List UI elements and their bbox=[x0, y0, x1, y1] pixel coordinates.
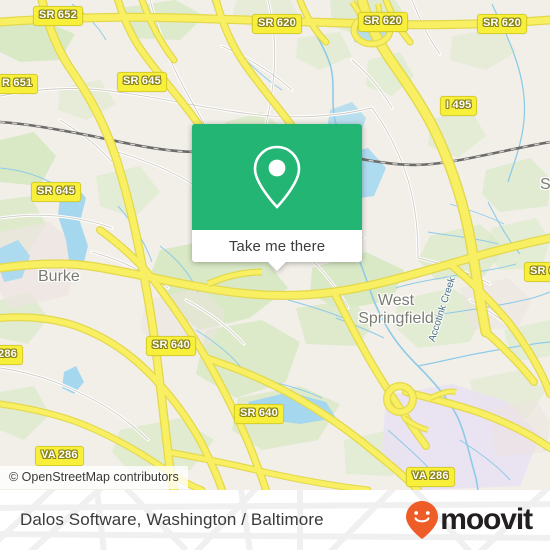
moovit-pin-smiley-icon bbox=[406, 501, 439, 539]
road-shield: SR 620 bbox=[252, 14, 302, 34]
road-shield: 286 bbox=[0, 345, 23, 365]
place-label-west-springfield: West Springfield bbox=[352, 292, 440, 328]
road-shield: R 651 bbox=[0, 74, 39, 94]
road-shield: SR 652 bbox=[33, 6, 83, 26]
popup-header bbox=[192, 124, 362, 230]
footer-bar: Dalos Software, Washington / Baltimore m… bbox=[0, 490, 550, 550]
footer-title: Dalos Software, Washington / Baltimore bbox=[20, 510, 324, 529]
road-shield: SR 620 bbox=[477, 14, 527, 34]
road-shield: SR 640 bbox=[146, 336, 196, 356]
take-me-there-label: Take me there bbox=[228, 237, 326, 255]
map-canvas[interactable]: SR 652 SR 620 SR 620 SR 620 R 651 SR 645… bbox=[0, 0, 550, 490]
location-popup-card[interactable]: Take me there bbox=[192, 124, 362, 271]
road-shield: VA 286 bbox=[406, 467, 455, 487]
road-shield: VA 286 bbox=[35, 446, 84, 466]
popup-action-bar[interactable]: Take me there bbox=[192, 230, 362, 271]
road-shield: SR 6 bbox=[524, 262, 550, 282]
moovit-brand[interactable]: moovit bbox=[405, 500, 533, 540]
footer-content: Dalos Software, Washington / Baltimore m… bbox=[0, 490, 550, 550]
map-pin-icon bbox=[253, 145, 301, 209]
moovit-map-screenshot: SR 652 SR 620 SR 620 SR 620 R 651 SR 645… bbox=[0, 0, 550, 550]
road-shield: SR 620 bbox=[358, 12, 408, 32]
road-shield: I 495 bbox=[440, 96, 478, 116]
osm-attribution[interactable]: © OpenStreetMap contributors bbox=[0, 466, 188, 489]
popup-pointer-tail bbox=[268, 262, 286, 271]
moovit-wordmark: moovit bbox=[440, 503, 533, 536]
road-shield: SR 645 bbox=[31, 182, 81, 202]
road-shield: SR 645 bbox=[117, 72, 167, 92]
place-label-burke: Burke bbox=[38, 268, 80, 285]
road-shield: SR 640 bbox=[234, 404, 284, 424]
place-label-line: West bbox=[377, 292, 415, 309]
place-label-springfield-edge: S bbox=[540, 176, 550, 193]
place-label-line: Springfield bbox=[358, 309, 434, 327]
